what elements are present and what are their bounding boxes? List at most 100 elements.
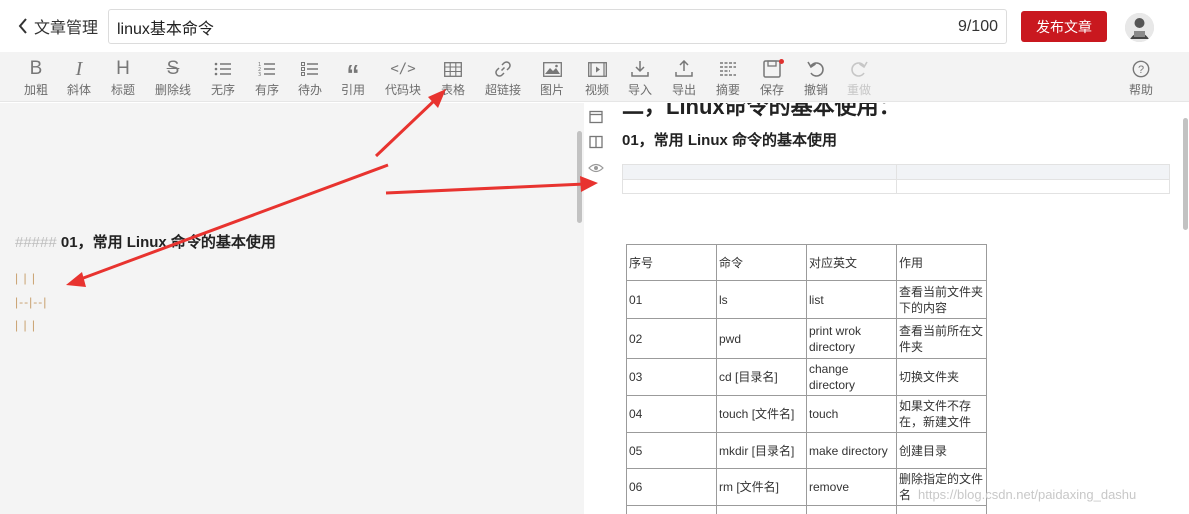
image-button[interactable]: 图片	[530, 58, 574, 98]
table-row: 01 ls list 查看当前文件夹下的内容	[626, 280, 987, 319]
preview-empty-table	[622, 164, 1170, 194]
undo-icon	[794, 58, 838, 80]
help-button[interactable]: ? 帮助	[1119, 58, 1163, 98]
ordered-list-button[interactable]: 123 有序	[245, 58, 289, 98]
undo-button[interactable]: 撤销	[794, 58, 838, 98]
code-icon: </>	[390, 61, 416, 77]
video-button[interactable]: 视频	[575, 58, 619, 98]
bold-icon: B	[29, 58, 43, 79]
redo-button[interactable]: 重做	[837, 58, 881, 98]
table-icon	[431, 58, 475, 80]
quote-icon: “	[346, 59, 360, 89]
table-cell: 02	[626, 318, 717, 359]
table-cell: touch	[806, 395, 897, 433]
strikethrough-icon: S	[166, 58, 180, 79]
video-icon	[575, 58, 619, 80]
table-row: 05 mkdir [目录名] make directory 创建目录	[626, 432, 987, 469]
publish-article-button[interactable]: 发布文章	[1021, 11, 1107, 42]
markdown-editor[interactable]: ##### 01，常用 Linux 命令的基本使用 | | | |--|--| …	[0, 103, 584, 514]
markdown-table-separator: |--|--|	[15, 295, 48, 309]
table-cell: list	[806, 280, 897, 319]
empty-table-column-divider	[896, 165, 897, 193]
editor-only-icon[interactable]	[588, 109, 604, 125]
preview-section-heading: 二，Linux命令的基本使用：	[622, 103, 901, 119]
table-cell: 切换文件夹	[896, 358, 987, 396]
save-button[interactable]: 保存	[750, 58, 794, 98]
table-cell: 01	[626, 280, 717, 319]
quote-button[interactable]: “ 引用	[331, 58, 375, 98]
table-row	[626, 505, 987, 514]
blog-watermark: https://blog.csdn.net/paidaxing_dashu	[918, 487, 1137, 502]
import-button[interactable]: 导入	[618, 58, 662, 98]
markdown-heading-line: ##### 01，常用 Linux 命令的基本使用	[15, 231, 276, 252]
export-icon	[662, 58, 706, 80]
export-button[interactable]: 导出	[662, 58, 706, 98]
table-cell: 03	[626, 358, 717, 396]
table-header-cell: 序号	[626, 244, 717, 281]
strikethrough-button[interactable]: S 删除线	[151, 58, 195, 98]
table-header-cell: 命令	[716, 244, 807, 281]
table-cell: 如果文件不存在，新建文件	[896, 395, 987, 433]
heading-icon: H	[116, 58, 130, 79]
article-title-input[interactable]	[117, 10, 897, 43]
image-icon	[530, 58, 574, 80]
link-icon	[481, 58, 525, 80]
table-button[interactable]: 表格	[431, 58, 475, 98]
table-cell: pwd	[716, 318, 807, 359]
preview-scrollbar[interactable]	[1183, 118, 1188, 230]
summary-icon	[706, 58, 750, 80]
help-icon: ?	[1119, 58, 1163, 80]
header-bar: 文章管理 9/100 发布文章	[0, 0, 1189, 52]
table-cell: 查看当前文件夹下的内容	[896, 280, 987, 319]
todo-list-icon	[288, 58, 332, 80]
avatar-image-icon	[1125, 13, 1154, 42]
back-to-article-management[interactable]: 文章管理	[18, 14, 98, 38]
heading-hash-marks: #####	[15, 234, 57, 251]
code-block-button[interactable]: </> 代码块	[381, 58, 425, 98]
editor-toolbar: B 加粗 I 斜体 H 标题 S 删除线 无序 123 有序 待办 “ 引用 <…	[0, 52, 1189, 102]
title-char-count: 9/100	[957, 18, 998, 35]
svg-text:3: 3	[258, 72, 261, 77]
heading-button[interactable]: H 标题	[101, 58, 145, 98]
table-cell: print wrok directory	[806, 318, 897, 359]
todo-list-button[interactable]: 待办	[288, 58, 332, 98]
table-row: 02 pwd print wrok directory 查看当前所在文件夹	[626, 318, 987, 359]
command-table: 序号 命令 对应英文 作用 01 ls list 查看当前文件夹下的内容 02 …	[626, 244, 987, 514]
preview-eye-icon[interactable]	[588, 160, 604, 176]
title-field-container: 9/100	[108, 9, 1007, 44]
view-mode-switcher	[584, 103, 608, 193]
table-header-cell: 作用	[896, 244, 987, 281]
unordered-list-button[interactable]: 无序	[201, 58, 245, 98]
markdown-table-row: | | |	[15, 271, 37, 285]
table-cell: 06	[626, 468, 717, 506]
italic-icon: I	[75, 57, 83, 80]
preview-subheading: 01，常用 Linux 命令的基本使用	[622, 132, 838, 149]
redo-icon	[837, 58, 881, 80]
back-label: 文章管理	[34, 20, 99, 37]
table-cell: cd [目录名]	[716, 358, 807, 396]
table-row: 03 cd [目录名] change directory 切换文件夹	[626, 358, 987, 396]
table-cell: make directory	[806, 432, 897, 469]
ordered-list-icon: 123	[245, 58, 289, 80]
unsaved-indicator-dot	[779, 59, 784, 64]
table-cell: 04	[626, 395, 717, 433]
hyperlink-button[interactable]: 超链接	[481, 58, 525, 98]
markdown-table-row: | | |	[15, 318, 37, 332]
table-cell: remove	[806, 468, 897, 506]
table-cell: 查看当前所在文件夹	[896, 318, 987, 359]
avatar[interactable]	[1125, 13, 1154, 42]
table-cell: rm [文件名]	[716, 468, 807, 506]
table-cell: mkdir [目录名]	[716, 432, 807, 469]
table-cell: 05	[626, 432, 717, 469]
import-icon	[618, 58, 662, 80]
table-cell: 创建目录	[896, 432, 987, 469]
table-cell: change directory	[806, 358, 897, 396]
table-cell: touch [文件名]	[716, 395, 807, 433]
italic-button[interactable]: I 斜体	[57, 58, 101, 98]
summary-button[interactable]: 摘要	[706, 58, 750, 98]
split-view-icon[interactable]	[588, 134, 604, 150]
save-icon	[750, 58, 794, 80]
editor-scrollbar[interactable]	[577, 131, 582, 223]
bold-button[interactable]: B 加粗	[14, 58, 58, 98]
unordered-list-icon	[201, 58, 245, 80]
